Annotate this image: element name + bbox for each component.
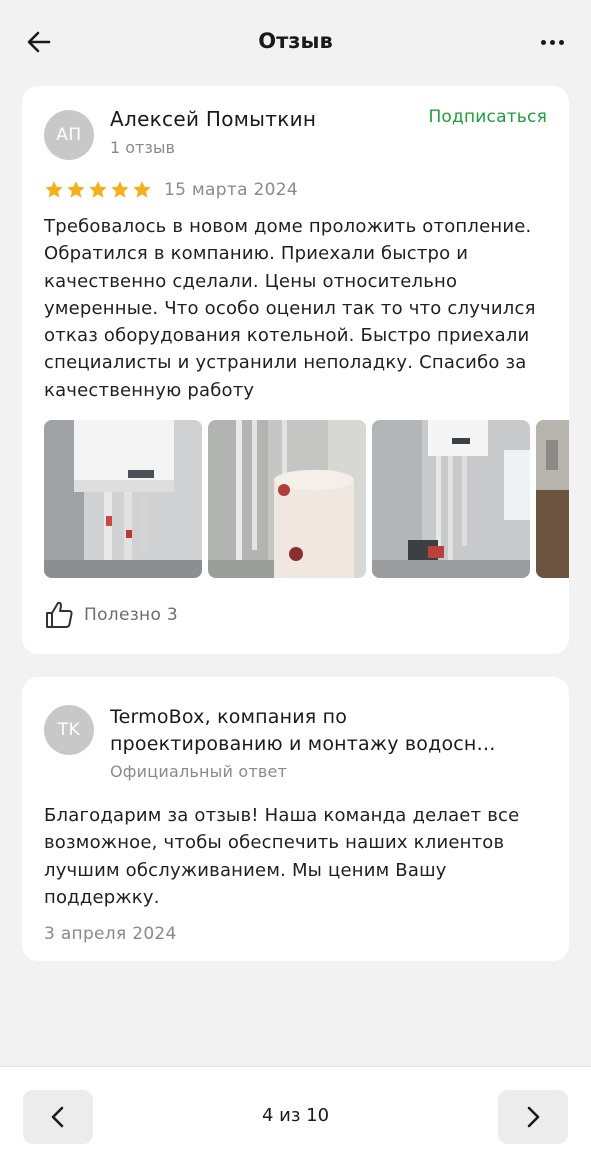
star-rating (44, 180, 152, 200)
official-reply-label: Официальный ответ (110, 762, 288, 781)
more-button[interactable] (537, 28, 567, 56)
reply-text: Благодарим за отзыв! Наша команда делает… (44, 805, 520, 908)
company-avatar[interactable]: TK (44, 705, 94, 755)
review-photo[interactable] (372, 420, 530, 578)
star-icon (133, 181, 151, 198)
helpful-label: Полезно 3 (84, 605, 178, 625)
top-bar: Отзыв (0, 0, 591, 84)
review-photo[interactable] (536, 420, 569, 578)
reply-card: TK TermoBox, компания по проектированию … (22, 677, 569, 961)
review-photo[interactable] (44, 420, 202, 578)
review-text: Требовалось в новом доме проложить отопл… (44, 216, 536, 401)
chevron-right-icon (527, 1106, 540, 1128)
thumbs-up-icon (46, 601, 73, 628)
subscribe-button[interactable]: Подписаться (428, 107, 547, 127)
review-card: АП Алексей Помыткин 1 отзыв Подписаться … (22, 86, 569, 654)
reply-date: 3 апреля 2024 (44, 924, 177, 944)
photo-strip[interactable] (44, 420, 569, 578)
review-photo[interactable] (208, 420, 366, 578)
author-name[interactable]: Алексей Помыткин (110, 107, 316, 131)
company-name-line-2: проектированию и монтажу водосн… (110, 733, 496, 755)
rating-row: 15 марта 2024 (44, 180, 298, 200)
bottom-pager-bar: 4 из 10 (0, 1066, 591, 1158)
company-name-line-1: TermoBox, компания по (110, 706, 348, 728)
helpful-button[interactable]: Полезно 3 (44, 600, 178, 630)
star-icon (45, 181, 63, 198)
next-review-button[interactable] (498, 1090, 568, 1144)
author-avatar[interactable]: АП (44, 110, 94, 160)
star-icon (111, 181, 129, 198)
page-title: Отзыв (258, 29, 333, 53)
more-dots-icon (540, 39, 546, 45)
star-icon (67, 181, 85, 198)
star-icon (89, 181, 107, 198)
review-date: 15 марта 2024 (164, 180, 298, 200)
author-review-count: 1 отзыв (110, 138, 175, 157)
company-name[interactable]: TermoBox, компания по проектированию и м… (110, 704, 540, 758)
